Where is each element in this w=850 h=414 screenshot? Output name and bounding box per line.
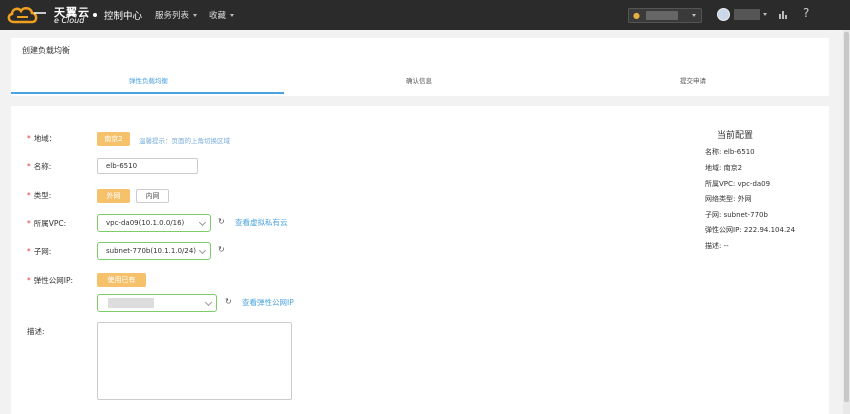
summary-title: 当前配置 [717, 131, 754, 141]
type-option-private[interactable]: 内网 [136, 189, 169, 203]
name-input[interactable]: elb-6510 [97, 158, 198, 174]
eip-select[interactable] [97, 294, 217, 312]
region-value-redacted [646, 11, 678, 20]
use-existing-eip-button[interactable]: 使用已有 [97, 273, 146, 287]
location-pin-icon: ● [633, 11, 640, 20]
name-label: * 名称: [27, 162, 52, 171]
top-nav-bar: 天翼云 e Cloud 控制中心 服务列表 收藏 ● ? [0, 0, 850, 30]
chevron-down-icon [204, 298, 213, 307]
summary-name: 名称: elb-6510 [705, 148, 755, 156]
subnet-label: * 子网: [27, 247, 52, 256]
refresh-icon[interactable]: ↻ [225, 297, 232, 306]
region-select[interactable]: ● [628, 8, 702, 23]
summary-region: 地域: 南京2 [705, 164, 743, 172]
step-elastic-lb[interactable]: 弹性负载均衡 [129, 75, 168, 85]
nav-services-menu[interactable]: 服务列表 [155, 9, 198, 21]
scrollbar-thumb[interactable] [844, 32, 849, 402]
chevron-down-icon [198, 218, 207, 227]
subnet-select-value: subnet-770b(10.1.1.0/24) [106, 247, 197, 255]
type-label: * 类型: [27, 191, 52, 200]
chevron-down-icon [692, 14, 696, 17]
region-button[interactable]: 南京2 [97, 132, 130, 146]
eip-value-redacted [108, 298, 154, 308]
cloud-logo-icon [7, 7, 46, 24]
chevron-down-icon [230, 14, 235, 17]
username-redacted[interactable] [734, 9, 760, 20]
nav-separator-dot [93, 13, 97, 17]
summary-description: 描述: -- [705, 242, 729, 250]
view-eip-link[interactable]: 查看弹性公网IP [242, 297, 294, 308]
refresh-icon[interactable]: ↻ [218, 245, 225, 254]
bar-chart-icon[interactable] [779, 10, 788, 19]
summary-subnet: 子网: subnet-770b [705, 211, 768, 219]
help-icon[interactable]: ? [803, 6, 809, 20]
description-textarea[interactable] [97, 322, 292, 400]
region-hint: 温馨提示：页面的上角切换区域 [139, 137, 230, 145]
nav-favorites-menu[interactable]: 收藏 [209, 9, 235, 21]
form-panel: * 地域： 南京2 温馨提示：页面的上角切换区域 * 名称: elb-6510 * 类… [11, 106, 829, 414]
chevron-down-icon [763, 13, 767, 16]
active-step-indicator [11, 92, 284, 94]
chevron-down-icon [193, 14, 198, 17]
vpc-label: * 所属VPC: [27, 219, 67, 228]
summary-vpc: 所属VPC: vpc-da09 [705, 180, 771, 188]
region-label: * 地域： [27, 134, 57, 143]
eip-label: * 弹性公网IP: [27, 276, 74, 285]
description-label: 描述: [27, 327, 45, 336]
logo-text-en: e Cloud [54, 16, 85, 25]
refresh-icon[interactable]: ↻ [218, 217, 225, 226]
step-confirm[interactable]: 确认信息 [406, 75, 432, 85]
user-avatar[interactable] [717, 8, 730, 21]
vertical-scrollbar[interactable] [843, 30, 850, 414]
type-option-public[interactable]: 外网 [97, 189, 130, 203]
summary-eip: 弹性公网IP: 222.94.104.24 [705, 226, 796, 234]
nav-favorites-label: 收藏 [209, 11, 227, 21]
vpc-select-value: vpc-da09(10.1.0.0/16) [106, 219, 185, 227]
nav-control-center[interactable]: 控制中心 [104, 8, 142, 22]
subnet-select[interactable]: subnet-770b(10.1.1.0/24) [97, 242, 211, 260]
vpc-select[interactable]: vpc-da09(10.1.0.0/16) [97, 214, 211, 232]
summary-network-type: 网络类型: 外网 [705, 195, 752, 203]
chevron-down-icon [198, 246, 207, 255]
page-title: 创建负载均衡 [22, 46, 70, 55]
wizard-header: 创建负载均衡 弹性负载均衡 确认信息 提交申请 [11, 38, 829, 96]
ecloud-logo[interactable]: 天翼云 e Cloud [6, 3, 94, 27]
step-submit[interactable]: 提交申请 [680, 75, 706, 85]
nav-services-label: 服务列表 [155, 11, 190, 21]
view-vpc-link[interactable]: 查看虚拟私有云 [235, 217, 288, 228]
